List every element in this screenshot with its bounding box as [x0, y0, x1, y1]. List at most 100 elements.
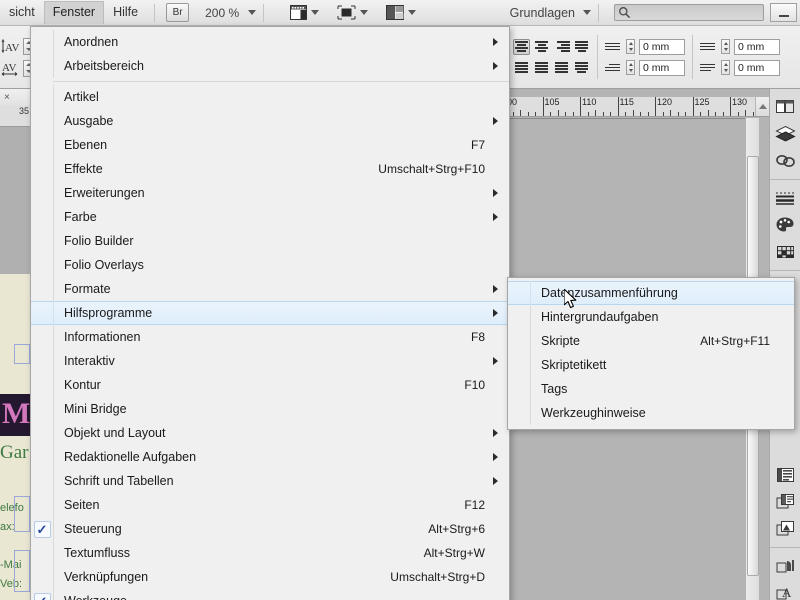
menu-item-farbe[interactable]: Farbe [31, 205, 509, 229]
text-wrap-panel-button[interactable]: A [771, 579, 799, 600]
left-indent-spinner[interactable] [626, 39, 635, 54]
align-towards-spine-button[interactable] [573, 60, 590, 76]
text-frame-handle-3[interactable] [14, 550, 30, 592]
last-line-indent-spinner[interactable] [721, 60, 730, 75]
menu-item-gutter [508, 353, 531, 377]
align-right-button[interactable] [553, 39, 570, 55]
menu-item-shortcut: Alt+Strg+F11 [700, 334, 770, 348]
align-center-button[interactable] [533, 39, 550, 55]
menu-item-werkzeuge[interactable]: ✓Werkzeuge [31, 589, 509, 600]
menu-item-verknüpfungen[interactable]: Verknüpfungen Umschalt+Strg+D [31, 565, 509, 589]
text-frame-handle-1[interactable] [14, 344, 30, 364]
first-line-indent-spinner[interactable] [626, 60, 635, 75]
menu-item-schrift-und-tabellen[interactable]: Schrift und Tabellen [31, 469, 509, 493]
fenster-dropdown-menu: Anordnen Arbeitsbereich Artikel Ausgabe Eben… [30, 26, 510, 600]
right-indent-field[interactable]: 0 mm [734, 38, 780, 55]
menu-item-anordnen[interactable]: Anordnen [31, 30, 509, 54]
page-subheading-text: Gar [0, 442, 29, 463]
zoom-level-control[interactable]: 200 % [205, 6, 257, 20]
object-styles-panel-button[interactable] [771, 515, 799, 542]
menu-item-shortcut: Umschalt+Strg+F10 [378, 162, 485, 176]
menu-item-folio-builder[interactable]: Folio Builder [31, 229, 509, 253]
menu-item-folio-overlays[interactable]: Folio Overlays [31, 253, 509, 277]
menu-item-ebenen[interactable]: Ebenen F7 [31, 133, 509, 157]
color-panel-button[interactable] [771, 211, 799, 238]
justify-last-right-button[interactable] [553, 60, 570, 76]
submenu-arrow-icon [493, 38, 498, 46]
menu-item-label: Hilfsprogramme [64, 306, 153, 320]
document-page-preview[interactable]: Mu Gar elefo ax: -Mai Veb: [0, 274, 30, 600]
chevron-down-icon [408, 10, 417, 15]
stroke-panel-button[interactable] [771, 184, 799, 211]
menu-item-kontur[interactable]: Kontur F10 [31, 373, 509, 397]
workspace-switcher[interactable]: Grundlagen [510, 6, 591, 20]
effects-panel-button[interactable] [771, 552, 799, 579]
justify-all-button[interactable] [513, 60, 530, 76]
bridge-button[interactable]: Br [166, 3, 190, 22]
menu-item-interaktiv[interactable]: Interaktiv [31, 349, 509, 373]
menu-item-seiten[interactable]: Seiten F12 [31, 493, 509, 517]
menu-item-datenzusammenführung[interactable]: Datenzusammenführung [508, 281, 794, 305]
right-indent-row: 0 mm [700, 38, 780, 55]
align-left-button[interactable] [513, 38, 530, 55]
screen-mode-button[interactable] [281, 5, 328, 20]
menu-item-formate[interactable]: Formate [31, 277, 509, 301]
last-line-indent-field[interactable]: 0 mm [734, 59, 780, 76]
justify-last-left-button[interactable] [573, 39, 590, 55]
menu-item-arbeitsbereich[interactable]: Arbeitsbereich [31, 54, 509, 78]
menu-fenster[interactable]: Fenster [43, 1, 105, 24]
arrange-documents-button[interactable] [377, 5, 425, 20]
left-indent-field[interactable]: 0 mm [639, 38, 685, 55]
menu-item-objekt-und-layout[interactable]: Objekt und Layout [31, 421, 509, 445]
minimize-icon [778, 15, 789, 17]
swatches-panel-button[interactable] [771, 238, 799, 265]
first-line-indent-field[interactable]: 0 mm [639, 59, 685, 76]
menu-item-label: Formate [64, 282, 111, 296]
ruler-tick [535, 112, 536, 116]
menu-item-label: Verknüpfungen [64, 570, 149, 584]
menu-item-effekte[interactable]: Effekte Umschalt+Strg+F10 [31, 157, 509, 181]
object-styles-icon [776, 521, 794, 536]
menu-item-redaktionelle-aufgaben[interactable]: Redaktionelle Aufgaben [31, 445, 509, 469]
horizontal-ruler[interactable]: 00 105 110 115 120 125 130 [505, 97, 769, 117]
submenu-arrow-icon [493, 189, 498, 197]
submenu-arrow-icon [493, 285, 498, 293]
menu-item-gutter [31, 301, 54, 325]
menu-hilfe[interactable]: Hilfe [104, 1, 147, 24]
menu-ansicht[interactable]: sicht [0, 1, 44, 24]
menu-item-hintergrundaufgaben[interactable]: Hintergrundaufgaben [508, 305, 794, 329]
menu-item-label: Effekte [64, 162, 103, 176]
paragraph-styles-panel-button[interactable] [771, 461, 799, 488]
menu-item-artikel[interactable]: Artikel [31, 85, 509, 109]
menu-item-erweiterungen[interactable]: Erweiterungen [31, 181, 509, 205]
panel-close-button[interactable]: × [0, 89, 30, 105]
ruler-scroll-up-button[interactable] [755, 97, 769, 116]
menu-item-tags[interactable]: Tags [508, 377, 794, 401]
menu-item-steuerung[interactable]: ✓ Steuerung Alt+Strg+6 [31, 517, 509, 541]
layers-panel-button[interactable] [771, 120, 799, 147]
vertical-ruler[interactable]: 35 [0, 105, 30, 127]
menu-item-werkzeughinweise[interactable]: Werkzeughinweise [508, 401, 794, 425]
menu-item-textumfluss[interactable]: Textumfluss Alt+Strg+W [31, 541, 509, 565]
links-icon [775, 154, 795, 167]
search-input[interactable] [614, 4, 764, 21]
justify-last-center-button[interactable] [533, 60, 550, 76]
submenu-arrow-icon [493, 453, 498, 461]
dock-group-4: A [770, 548, 800, 600]
menu-item-label: Steuerung [64, 522, 122, 536]
text-frame-handle-2[interactable] [14, 496, 30, 532]
menu-item-hilfsprogramme[interactable]: Hilfsprogramme [31, 301, 509, 325]
menu-item-ausgabe[interactable]: Ausgabe [31, 109, 509, 133]
pages-panel-button[interactable] [771, 93, 799, 120]
menu-item-informationen[interactable]: Informationen F8 [31, 325, 509, 349]
display-performance-button[interactable] [328, 5, 377, 20]
ruler-tick [557, 110, 559, 116]
right-indent-spinner[interactable] [721, 39, 730, 54]
menu-item-mini-bridge[interactable]: Mini Bridge [31, 397, 509, 421]
links-panel-button[interactable] [771, 147, 799, 174]
character-styles-panel-button[interactable] [771, 488, 799, 515]
minimize-button[interactable] [770, 3, 797, 22]
screen-mode-icon [290, 5, 308, 20]
menu-item-skripte[interactable]: Skripte Alt+Strg+F11 [508, 329, 794, 353]
menu-item-skriptetikett[interactable]: Skriptetikett [508, 353, 794, 377]
